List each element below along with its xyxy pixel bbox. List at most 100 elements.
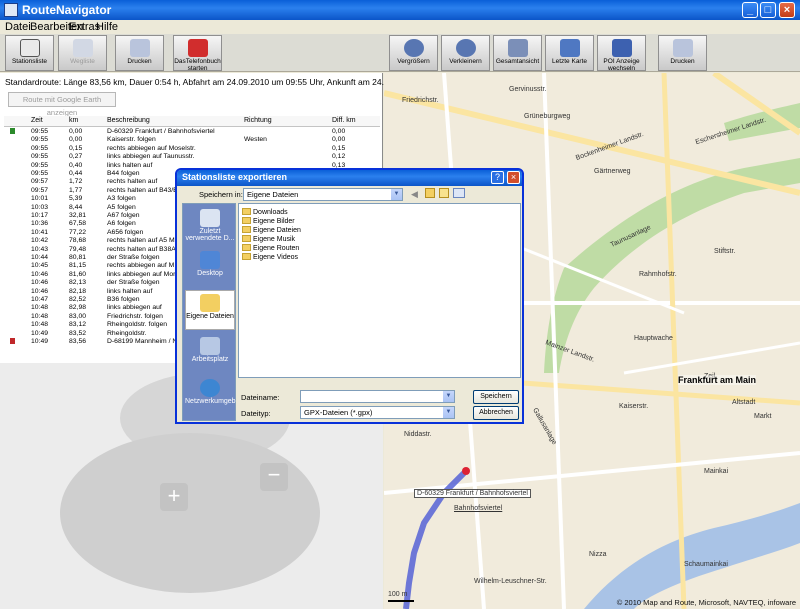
cell-desc: B36 folgen <box>107 296 140 303</box>
cell-km: 79,48 <box>69 245 87 253</box>
cell-time: 09:55 <box>31 144 49 152</box>
phonebook-icon <box>187 39 208 57</box>
cell-desc: A5 folgen <box>107 203 136 211</box>
cell-km: 32,81 <box>69 212 87 219</box>
col-beschreibung[interactable]: Beschreibung <box>107 117 150 124</box>
cell-km: 82,13 <box>69 279 87 287</box>
col-zeit[interactable]: Zeit <box>31 117 43 124</box>
minimize-button[interactable]: _ <box>742 2 758 18</box>
col-km[interactable]: km <box>69 117 78 124</box>
place-network[interactable]: Netzwerkumgeb <box>185 376 236 416</box>
scale-label: 100 m <box>388 591 408 598</box>
cell-time: 09:55 <box>31 136 49 144</box>
cell-dir: Westen <box>244 136 267 144</box>
map-label: Wilhelm-Leuschner-Str. <box>474 578 547 585</box>
cell-desc: links abbiegen auf Moro <box>107 270 180 278</box>
save-in-select[interactable]: Eigene Dateien ▼ <box>243 188 403 201</box>
cancel-button[interactable]: Abbrechen <box>473 406 519 420</box>
list-item[interactable]: Eigene Musik <box>242 235 295 243</box>
new-folder-icon[interactable] <box>439 188 449 198</box>
cell-time: 10:47 <box>31 296 49 303</box>
list-item[interactable]: Downloads <box>242 208 288 216</box>
wegliste-button[interactable]: Wegliste <box>58 35 107 71</box>
menu-hilfe[interactable]: Hilfe <box>96 21 118 33</box>
place-arbeitsplatz[interactable]: Arbeitsplatz <box>185 334 235 374</box>
list-item[interactable]: Eigene Dateien <box>242 226 301 234</box>
file-list[interactable]: Downloads Eigene Bilder Eigene Dateien E… <box>238 203 521 378</box>
cell-desc: D-68199 Mannheim / N <box>107 338 178 345</box>
export-dialog: Stationsliste exportieren ? × Speichern … <box>175 168 524 424</box>
list-item[interactable]: Eigene Bilder <box>242 217 295 225</box>
filename-input[interactable]: ▼ <box>300 390 455 403</box>
list-icon <box>19 39 40 57</box>
cell-time: 10:46 <box>31 270 49 278</box>
start-address-label: D-60329 Frankfurt / Bahnhofsviertel <box>414 489 531 498</box>
filetype-select[interactable]: GPX-Dateien (*.gpx) ▼ <box>300 406 455 419</box>
map-print-button[interactable]: Drucken <box>658 35 707 71</box>
back-icon[interactable]: ◀ <box>411 189 418 200</box>
last-map-button[interactable]: Letzte Karte <box>545 35 594 71</box>
start-flag-icon <box>10 128 15 134</box>
cell-km: 0,40 <box>69 161 83 169</box>
zoom-out-button[interactable]: Verkleinern <box>441 35 490 71</box>
view-menu-icon[interactable] <box>453 188 465 198</box>
cell-time: 10:43 <box>31 245 49 253</box>
cell-desc: links abbiegen auf Taunusstr. <box>107 153 195 161</box>
terrain-shape <box>60 433 320 593</box>
zoom-in-button[interactable]: Vergrößern <box>389 35 438 71</box>
cell-km: 1,77 <box>69 186 83 194</box>
print-button[interactable]: Drucken <box>115 35 164 71</box>
table-row[interactable]: 09:55 0,00 D-60329 Frankfurt / Bahnhofsvie… <box>4 128 380 136</box>
chevron-down-icon: ▼ <box>443 391 454 402</box>
place-recent[interactable]: Zuletzt verwendete D... <box>185 206 235 246</box>
place-desktop[interactable]: Desktop <box>185 248 235 288</box>
cell-diff: 0,15 <box>332 144 346 152</box>
table-row[interactable]: 09:55 0,27 links abbiegen auf Taunusstr. 0,… <box>4 153 380 161</box>
poi-toggle-button[interactable]: POI Anzeige wechseln <box>597 35 646 71</box>
cell-time: 10:45 <box>31 262 49 270</box>
google-earth-button[interactable]: Route mit Google Earth anzeigen <box>8 92 116 117</box>
cell-km: 8,44 <box>69 203 83 211</box>
cell-time: 09:55 <box>31 128 49 135</box>
cell-time: 09:55 <box>31 170 49 177</box>
table-row[interactable]: 09:55 0,00 Kaiserstr. folgen Westen 0,00 <box>4 136 380 144</box>
cell-km: 82,98 <box>69 304 87 312</box>
telefonbuch-button[interactable]: DasTelefonbuch starten <box>173 35 222 71</box>
help-icon[interactable]: ? <box>491 171 504 184</box>
cell-desc: Rheingoldstr. <box>107 329 147 337</box>
overview-button[interactable]: Gesamtansicht <box>493 35 542 71</box>
places-bar: Zuletzt verwendete D... Desktop Eigene D… <box>182 203 236 421</box>
maximize-button[interactable]: □ <box>760 2 776 18</box>
table-row[interactable]: 09:55 0,15 rechts abbiegen auf Moselstr. 0,… <box>4 145 380 153</box>
city-label: Frankfurt am Main <box>678 375 757 385</box>
cell-km: 81,60 <box>69 270 87 278</box>
globe-minus-icon <box>455 39 476 57</box>
cell-km: 1,72 <box>69 178 83 186</box>
dialog-close-icon[interactable]: × <box>507 171 520 184</box>
cell-km: 0,00 <box>69 136 83 144</box>
overview-zoom-in-icon[interactable]: + <box>160 483 188 511</box>
col-diff-km[interactable]: Diff. km <box>332 117 356 124</box>
cell-desc: rechts abbiegen auf Moselstr. <box>107 144 196 152</box>
cell-desc: A656 folgen <box>107 228 144 236</box>
cell-km: 82,18 <box>69 287 87 295</box>
list-item[interactable]: Eigene Videos <box>242 253 298 261</box>
overview-zoom-out-icon[interactable]: − <box>260 463 288 491</box>
menu-datei[interactable]: Datei <box>5 21 31 33</box>
cell-time: 10:49 <box>31 338 49 345</box>
close-button[interactable]: × <box>779 2 795 18</box>
cell-km: 67,58 <box>69 220 87 228</box>
cell-km: 83,56 <box>69 338 87 345</box>
up-folder-icon[interactable] <box>425 188 435 198</box>
list-item[interactable]: Eigene Routen <box>242 244 299 252</box>
col-richtung[interactable]: Richtung <box>244 117 272 124</box>
stationsliste-button[interactable]: Stationsliste <box>5 35 54 71</box>
save-button[interactable]: Speichern <box>473 390 519 404</box>
chevron-down-icon: ▼ <box>391 189 402 200</box>
cell-km: 0,00 <box>69 128 83 135</box>
toolbar: Stationsliste Wegliste Drucken DasTelefo… <box>0 34 800 72</box>
folder-icon <box>242 253 251 260</box>
cell-km: 83,00 <box>69 312 87 320</box>
place-eigene-dateien[interactable]: Eigene Dateien <box>185 290 235 330</box>
globe-plus-icon <box>403 39 424 57</box>
